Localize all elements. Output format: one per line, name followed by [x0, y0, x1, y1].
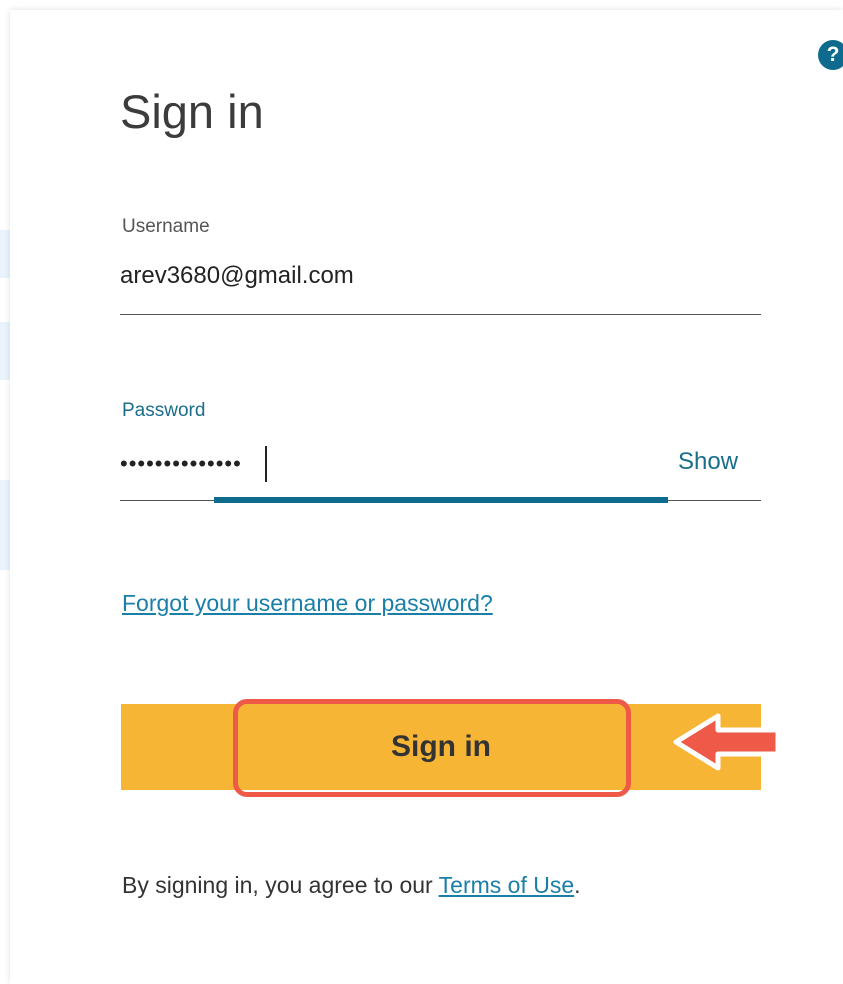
sign-in-button[interactable]: Sign in	[121, 704, 761, 790]
password-focus-indicator	[214, 497, 668, 503]
username-underline	[120, 314, 761, 315]
username-field[interactable]	[120, 258, 760, 294]
terms-of-use-link[interactable]: Terms of Use	[439, 872, 574, 898]
forgot-credentials-link[interactable]: Forgot your username or password?	[122, 590, 493, 617]
annotation-arrow-icon	[673, 713, 781, 771]
password-field[interactable]	[120, 446, 265, 482]
sign-in-button-label: Sign in	[391, 730, 491, 763]
text-caret	[265, 446, 267, 482]
username-label: Username	[122, 216, 210, 237]
terms-suffix: .	[574, 872, 581, 898]
help-icon[interactable]: ?	[818, 40, 843, 70]
terms-prefix: By signing in, you agree to our	[122, 872, 439, 898]
terms-notice: By signing in, you agree to our Terms of…	[122, 872, 581, 899]
show-password-button[interactable]: Show	[678, 448, 738, 476]
page-title: Sign in	[120, 85, 264, 138]
password-label: Password	[122, 400, 206, 421]
